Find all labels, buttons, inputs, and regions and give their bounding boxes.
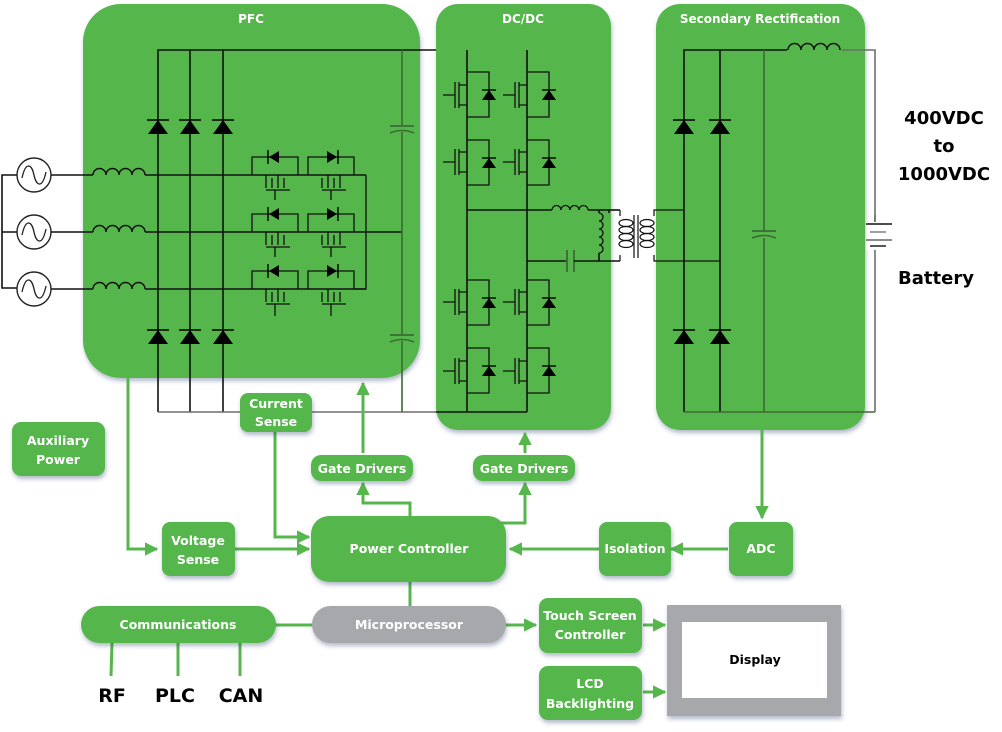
svg-text:Voltage: Voltage (171, 533, 225, 548)
dcdc-stage-panel (436, 4, 611, 430)
svg-text:Display: Display (729, 652, 781, 667)
output-voltage-label: 1000VDC (898, 164, 990, 185)
microprocessor-block: Microprocessor (312, 606, 506, 643)
charger-block-diagram: PFC DC/DC Secondary Rectification 400VDC… (1, 4, 990, 720)
touch-screen-controller-block: Touch Screen Controller (539, 598, 642, 653)
comm-interface-rf: RF (98, 685, 126, 707)
svg-text:Auxiliary: Auxiliary (27, 433, 89, 448)
svg-text:Power Controller: Power Controller (350, 541, 470, 556)
isolation-block: Isolation (599, 522, 671, 576)
lcd-backlighting-block: LCD Backlighting (539, 666, 642, 720)
battery-label: Battery (898, 268, 974, 289)
svg-text:Backlighting: Backlighting (546, 696, 634, 711)
pfc-stage-title: PFC (238, 12, 264, 26)
dcdc-stage-title: DC/DC (502, 12, 544, 26)
secondary-rectification-title: Secondary Rectification (680, 12, 840, 26)
current-sense-block: Current Sense (240, 393, 312, 432)
gate-drivers-dcdc-block: Gate Drivers (473, 455, 575, 481)
ac-source-icon (16, 214, 52, 250)
ac-source-icon (16, 157, 52, 193)
auxiliary-power-block: Auxiliary Power (12, 422, 105, 476)
svg-text:Microprocessor: Microprocessor (355, 617, 464, 632)
pfc-stage-panel (83, 4, 420, 378)
adc-block: ADC (729, 522, 793, 576)
output-voltage-label: to (934, 136, 955, 157)
gate-drivers-pfc-block: Gate Drivers (311, 455, 413, 481)
comm-interface-plc: PLC (155, 685, 195, 707)
svg-text:Sense: Sense (255, 414, 297, 429)
voltage-sense-block: Voltage Sense (162, 522, 235, 576)
comm-interface-can: CAN (219, 685, 264, 707)
secondary-rectification-panel (656, 4, 865, 430)
svg-text:Touch Screen: Touch Screen (543, 608, 636, 623)
display-block: Display (667, 605, 841, 716)
svg-text:Sense: Sense (177, 552, 219, 567)
ac-source-icon (16, 271, 52, 307)
svg-text:Isolation: Isolation (604, 541, 665, 556)
svg-text:Power: Power (36, 452, 81, 467)
output-voltage-label: 400VDC (904, 108, 984, 129)
svg-text:Controller: Controller (555, 627, 626, 642)
svg-text:Communications: Communications (120, 617, 237, 632)
svg-text:Current: Current (249, 396, 303, 411)
svg-text:LCD: LCD (576, 676, 604, 691)
svg-text:ADC: ADC (746, 541, 775, 556)
power-controller-block: Power Controller (311, 516, 506, 582)
communications-block: Communications (81, 606, 276, 643)
svg-text:Gate Drivers: Gate Drivers (480, 461, 569, 476)
svg-text:Gate Drivers: Gate Drivers (318, 461, 407, 476)
